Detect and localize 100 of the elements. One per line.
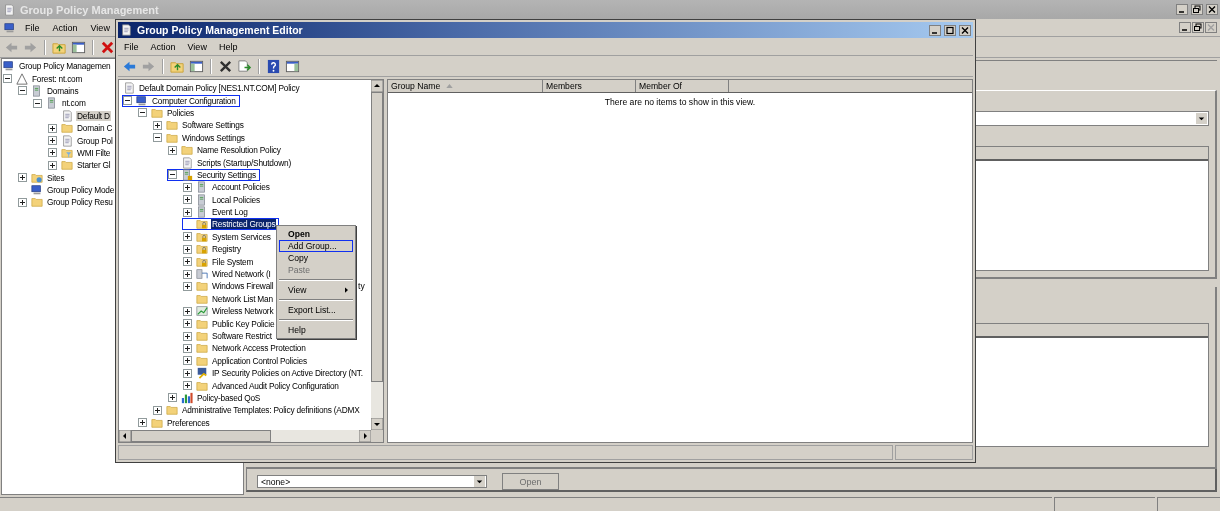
collapse-toggle[interactable] bbox=[153, 133, 162, 143]
scroll-right-arrow-icon[interactable] bbox=[359, 430, 371, 442]
tree-item[interactable]: Windows Settings bbox=[152, 131, 249, 144]
tree-item[interactable]: Policy-based QoS bbox=[167, 391, 265, 404]
expand-toggle[interactable] bbox=[183, 244, 192, 254]
tree-item[interactable]: Group Policy Mode bbox=[17, 184, 119, 197]
expand-toggle[interactable] bbox=[183, 319, 192, 329]
expand-toggle[interactable] bbox=[183, 257, 192, 267]
tree-item[interactable]: WMI Filte bbox=[47, 146, 115, 159]
pane-toggle-icon[interactable] bbox=[285, 58, 300, 74]
tree-item[interactable]: Domains bbox=[17, 84, 83, 97]
expand-toggle[interactable] bbox=[183, 343, 192, 353]
expand-toggle[interactable] bbox=[168, 145, 177, 155]
maximize-button[interactable] bbox=[944, 24, 956, 36]
tree-item[interactable]: nt.com bbox=[32, 97, 90, 110]
tree-item[interactable]: Account Policies bbox=[182, 181, 274, 194]
tree-item[interactable]: Group Policy Managemen bbox=[2, 60, 115, 73]
tree-item[interactable]: Name Resolution Policy bbox=[167, 144, 285, 157]
expand-toggle[interactable] bbox=[183, 182, 192, 192]
tree-item[interactable]: Registry bbox=[182, 243, 245, 256]
tree-item[interactable]: Group Policy Resu bbox=[17, 196, 117, 209]
expand-toggle[interactable] bbox=[18, 173, 27, 183]
scroll-down-arrow-icon[interactable] bbox=[371, 418, 383, 430]
menu-item[interactable]: Help bbox=[212, 41, 244, 52]
column-header[interactable]: Group Name bbox=[388, 80, 543, 92]
column-header[interactable]: Members bbox=[543, 80, 636, 92]
expand-toggle[interactable] bbox=[183, 356, 192, 366]
expand-toggle[interactable] bbox=[48, 136, 57, 146]
tree-item[interactable]: Administrative Templates: Policy definitions (ADMX bbox=[152, 404, 364, 417]
expand-toggle[interactable] bbox=[153, 405, 162, 415]
expand-toggle[interactable] bbox=[138, 418, 147, 428]
pane-toggle-icon[interactable] bbox=[189, 58, 204, 74]
tree-item[interactable]: Software Restrict bbox=[182, 330, 276, 342]
expand-toggle[interactable] bbox=[48, 160, 57, 170]
collapse-toggle[interactable] bbox=[138, 108, 147, 118]
collapse-toggle[interactable] bbox=[123, 96, 132, 106]
tree-item[interactable]: Network List Man bbox=[182, 292, 277, 305]
expand-toggle[interactable] bbox=[183, 281, 192, 291]
pane-toggle-icon[interactable] bbox=[71, 39, 86, 55]
export-icon[interactable] bbox=[237, 58, 252, 74]
expand-toggle[interactable] bbox=[153, 120, 162, 130]
tree-item[interactable]: Starter Gl bbox=[47, 159, 115, 172]
expand-toggle[interactable] bbox=[48, 123, 57, 133]
tree-item[interactable]: Windows Firewall bbox=[182, 280, 278, 293]
collapse-toggle[interactable] bbox=[168, 170, 177, 180]
collapse-toggle[interactable] bbox=[3, 74, 12, 84]
expand-toggle[interactable] bbox=[183, 195, 192, 205]
restore-button[interactable] bbox=[1192, 22, 1204, 33]
vertical-scrollbar[interactable] bbox=[371, 80, 383, 430]
tree-item[interactable]: Preferences bbox=[137, 416, 214, 429]
expand-toggle[interactable] bbox=[183, 331, 192, 341]
menu-item[interactable]: View bbox=[84, 22, 116, 33]
expand-toggle[interactable] bbox=[48, 148, 57, 158]
tree-item[interactable]: Public Key Policie bbox=[182, 317, 279, 330]
expand-toggle[interactable] bbox=[183, 232, 192, 242]
menu-item[interactable]: Add Group... bbox=[279, 240, 353, 252]
menu-item[interactable]: File bbox=[118, 41, 145, 52]
tree-item[interactable]: Application Control Policies bbox=[182, 354, 311, 367]
collapse-toggle[interactable] bbox=[18, 86, 27, 96]
tree-item[interactable]: Security Settings bbox=[167, 168, 260, 181]
tree-item[interactable]: File System bbox=[182, 255, 258, 268]
menu-item[interactable]: Action bbox=[144, 41, 182, 52]
expand-toggle[interactable] bbox=[183, 306, 192, 316]
expand-toggle[interactable] bbox=[183, 368, 192, 378]
tree-item[interactable]: Scripts (Startup/Shutdown) bbox=[167, 156, 295, 169]
menu-item[interactable]: Export List... bbox=[279, 304, 353, 316]
expand-toggle[interactable] bbox=[18, 198, 27, 207]
tree-item[interactable]: Sites bbox=[17, 171, 69, 184]
tree-item[interactable]: Forest: nt.com bbox=[2, 72, 87, 85]
tree-item[interactable]: Restricted Groups bbox=[182, 218, 280, 231]
tree-item[interactable]: System Services bbox=[182, 230, 275, 243]
menu-item[interactable]: Copy bbox=[279, 252, 353, 264]
delete-icon[interactable] bbox=[218, 58, 233, 74]
tree-item[interactable]: Wired Network (I bbox=[182, 268, 275, 281]
close-button[interactable] bbox=[959, 24, 971, 36]
delete-icon[interactable] bbox=[100, 39, 115, 55]
dropdown-field[interactable]: <none> bbox=[257, 475, 487, 488]
tree-item[interactable]: Network Access Protection bbox=[182, 342, 310, 355]
tree-item[interactable]: Wireless Network bbox=[182, 305, 278, 318]
tree-item[interactable]: Local Policies bbox=[182, 193, 264, 206]
tree-item[interactable]: Advanced Audit Policy Configuration bbox=[182, 379, 343, 392]
tree-item[interactable]: Default D bbox=[47, 109, 114, 122]
tree-item[interactable]: Software Settings bbox=[152, 119, 248, 132]
tree-item[interactable]: IP Security Policies on Active Directory (NT. bbox=[182, 367, 367, 380]
minimize-button[interactable] bbox=[929, 24, 941, 36]
menu-item[interactable]: View bbox=[279, 284, 353, 296]
menu-item[interactable]: View bbox=[181, 41, 213, 52]
tree-item[interactable]: Policies bbox=[137, 106, 198, 119]
close-button[interactable] bbox=[1206, 4, 1218, 15]
expand-toggle[interactable] bbox=[183, 269, 192, 279]
expand-toggle[interactable] bbox=[183, 207, 192, 217]
menu-item[interactable]: Action bbox=[46, 22, 84, 33]
column-header[interactable]: Member Of bbox=[636, 80, 729, 92]
expand-toggle[interactable] bbox=[183, 381, 192, 391]
menu-item[interactable]: Help bbox=[279, 324, 353, 336]
horizontal-scrollbar[interactable] bbox=[119, 430, 383, 442]
tree-item[interactable]: Group Pol bbox=[47, 134, 117, 147]
tree-item[interactable]: Computer Configuration bbox=[122, 94, 240, 107]
tree-item[interactable]: Event Log bbox=[182, 206, 252, 219]
help-icon[interactable] bbox=[266, 58, 281, 74]
